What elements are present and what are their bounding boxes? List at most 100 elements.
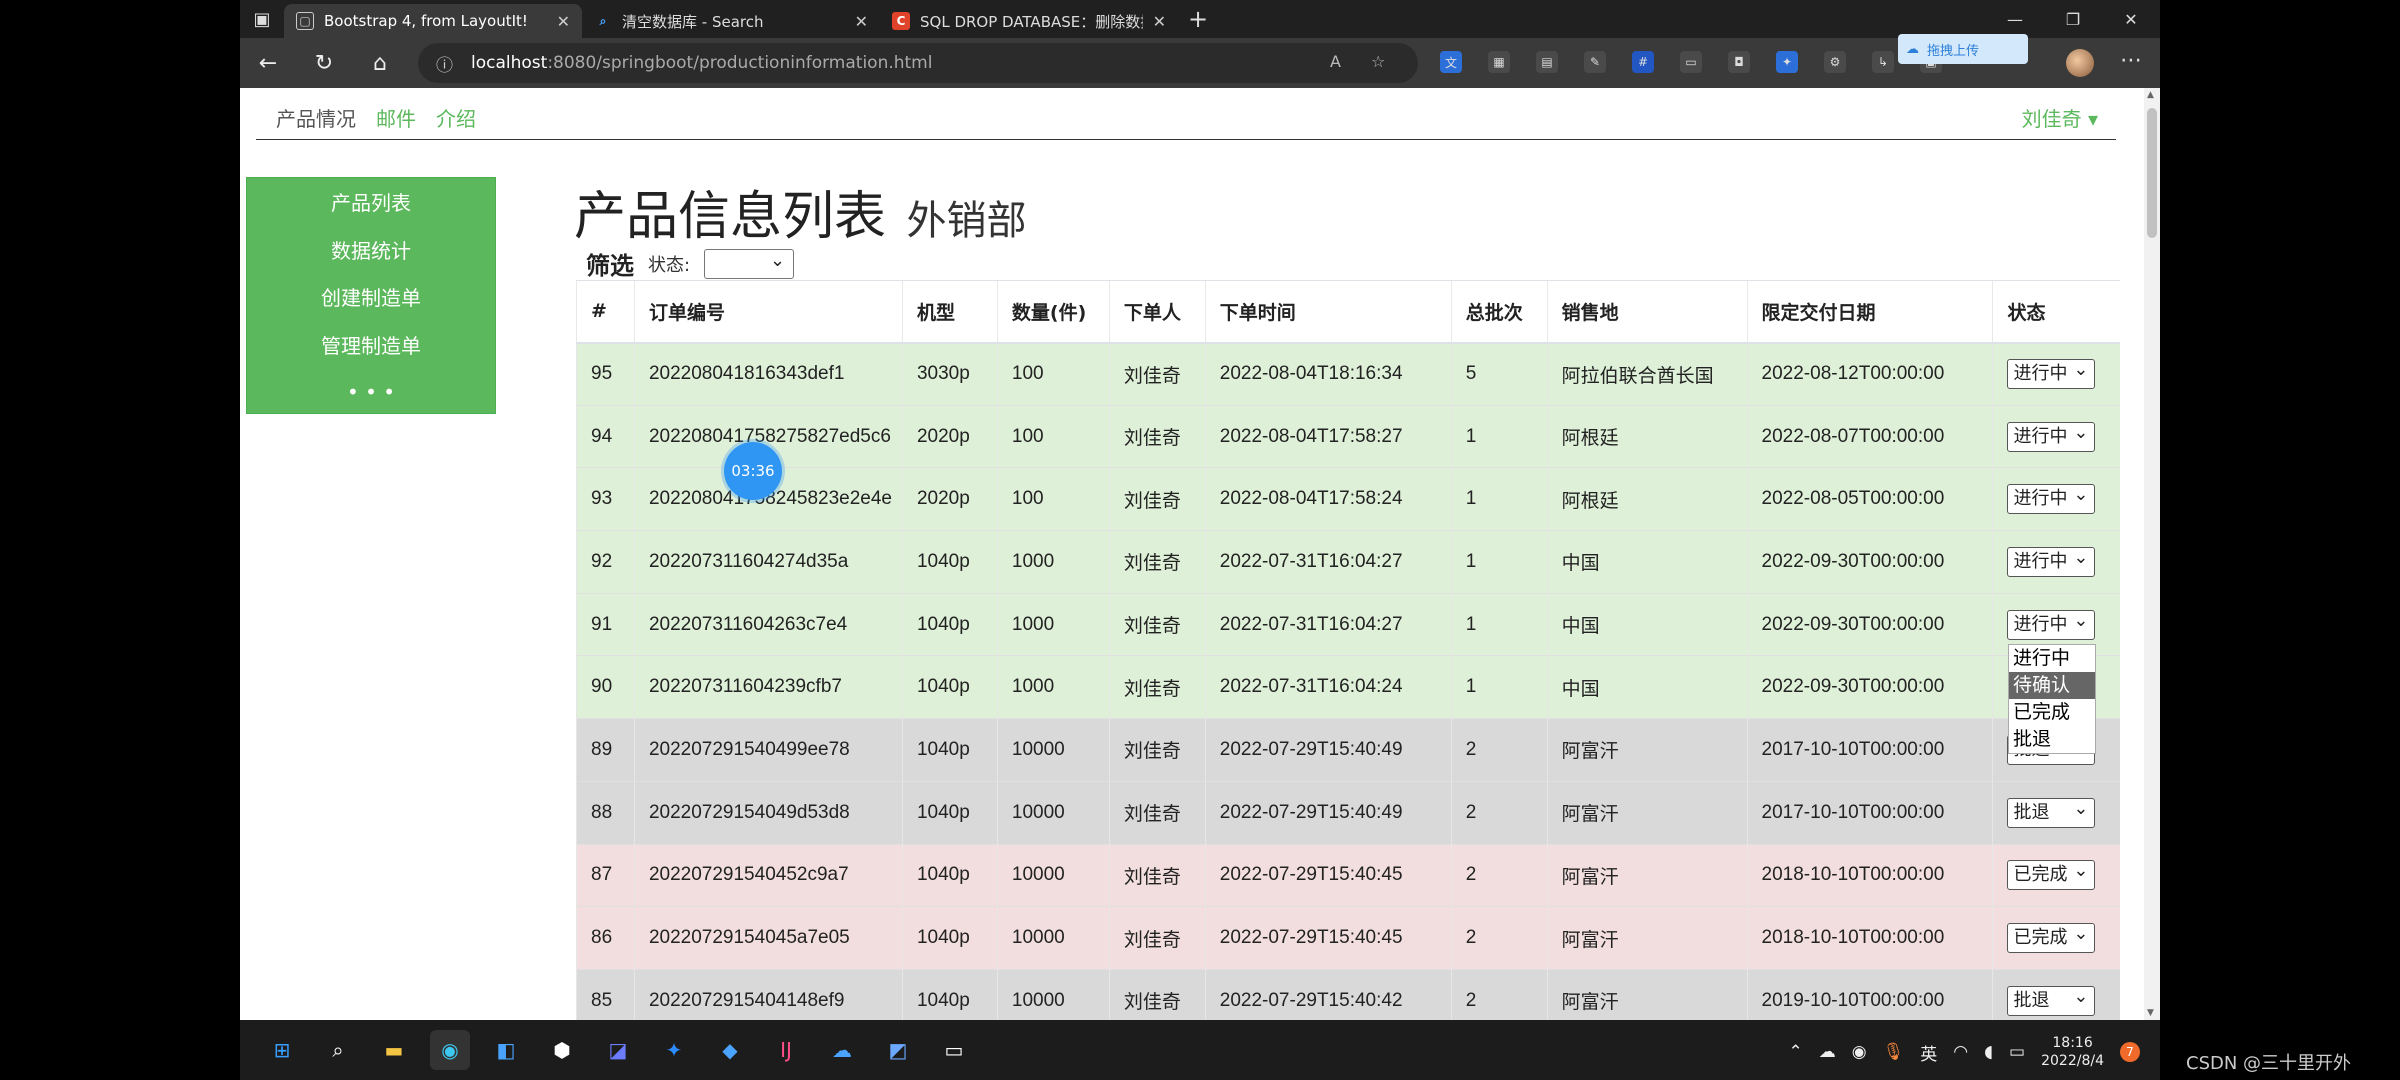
cell-place: 阿富汗 — [1546, 780, 1748, 844]
tab-title: 清空数据库 - Search — [622, 12, 764, 31]
cell-batch: 5 — [1450, 342, 1548, 406]
refresh-icon[interactable]: ↻ — [296, 51, 352, 76]
cell-qty: 1000 — [996, 655, 1110, 719]
battery-icon[interactable]: ▭ — [2009, 1042, 2025, 1062]
scroll-up-icon[interactable]: ▲ — [2147, 90, 2154, 100]
wifi-icon[interactable]: ◠ — [1953, 1042, 1968, 1062]
dropdown-option[interactable]: 批退 — [2009, 726, 2095, 753]
chevron-up-icon[interactable]: ⌃ — [1789, 1042, 1803, 1062]
cell-id: 94 — [576, 404, 635, 468]
nav-link-products[interactable]: 产品情况 — [276, 103, 356, 132]
app-icon[interactable]: ◩ — [878, 1030, 918, 1070]
sidebar-item-more[interactable]: • • • — [247, 368, 495, 416]
page-scrollbar[interactable]: ▲ ▼ — [2144, 88, 2160, 1020]
table-row: 92 202207311604274d35a 1040p 1000 刘佳奇 2022-07… — [576, 530, 2120, 594]
header-col-model: 机型 — [901, 280, 998, 344]
cell-batch: 2 — [1450, 718, 1548, 782]
close-icon[interactable]: ✕ — [557, 12, 570, 31]
minimize-icon[interactable]: — — [1986, 0, 2044, 38]
dropdown-option[interactable]: 已完成 — [2009, 699, 2095, 726]
cell-place: 阿根廷 — [1546, 467, 1748, 531]
sidebar-item-create-order[interactable]: 创建制造单 — [247, 273, 495, 321]
extension-icon[interactable]: ▤ — [1536, 51, 1558, 73]
translate-icon[interactable]: 文 — [1440, 51, 1462, 73]
table-row: 87 202207291540452c9a7 1040p 10000 刘佳奇 2022-0… — [576, 843, 2120, 907]
microphone-icon[interactable]: 🎙 — [1883, 1042, 1905, 1062]
close-icon[interactable]: ✕ — [855, 12, 868, 31]
tab-csdn[interactable]: C SQL DROP DATABASE：删除数据 ✕ — [880, 4, 1178, 38]
restore-icon[interactable]: ❐ — [2044, 0, 2102, 38]
extension-icon[interactable]: ⚙ — [1824, 51, 1846, 73]
baidu-netdisk-icon[interactable]: ☁ — [822, 1030, 862, 1070]
close-window-icon[interactable]: ✕ — [2102, 0, 2160, 38]
read-aloud-icon[interactable]: A — [1330, 52, 1341, 71]
app-icon[interactable]: ◪ — [598, 1030, 638, 1070]
extension-icon[interactable]: ▭ — [1680, 51, 1702, 73]
extension-icon[interactable]: # — [1632, 51, 1654, 73]
status-select[interactable]: 进行中 — [2007, 481, 2096, 515]
table-row: 89 202207291540499ee78 1040p 10000 刘佳奇 2022-0… — [576, 718, 2120, 782]
browser-tab-bar: ▣ ▢ Bootstrap 4, from LayoutIt! ✕ ⌕ 清空数据… — [240, 0, 2160, 38]
table-row: 86 20220729154045a7e05 1040p 10000 刘佳奇 2022-0… — [576, 906, 2120, 970]
search-icon[interactable]: ⌕ — [318, 1030, 358, 1070]
app-icon[interactable]: ✦ — [654, 1030, 694, 1070]
cell-status: 进行中 — [1992, 342, 2120, 406]
extension-icon[interactable]: ✎ — [1584, 51, 1606, 73]
sidebar-item-statistics[interactable]: 数据统计 — [247, 226, 495, 274]
extension-icon[interactable]: ▦ — [1488, 51, 1510, 73]
more-icon[interactable]: ⋯ — [2120, 48, 2142, 73]
status-select[interactable]: 批退 — [2007, 983, 2096, 1016]
sidebar-item-product-list[interactable]: 产品列表 — [247, 178, 495, 226]
home-icon[interactable]: ⌂ — [352, 51, 408, 76]
app-icon[interactable]: ⬢ — [542, 1030, 582, 1070]
cell-order: 20220729154045a7e05 — [633, 906, 903, 970]
scroll-down-icon[interactable]: ▼ — [2147, 1008, 2154, 1018]
volume-icon[interactable]: ◖ — [1984, 1042, 1993, 1062]
status-select[interactable]: 进行中 — [2007, 419, 2096, 452]
app-icon[interactable]: ◆ — [710, 1030, 750, 1070]
terminal-icon[interactable]: ▭ — [934, 1030, 974, 1070]
cloud-icon[interactable]: ☁ — [1819, 1042, 1836, 1062]
profile-avatar[interactable] — [2066, 49, 2094, 77]
status-select[interactable]: 已完成 — [2007, 857, 2096, 891]
user-menu[interactable]: 刘佳奇 ▾ — [2022, 103, 2098, 132]
dropdown-option[interactable]: 进行中 — [2009, 645, 2095, 672]
notification-badge[interactable]: 7 — [2120, 1042, 2140, 1062]
nav-link-intro[interactable]: 介绍 — [436, 103, 476, 132]
upload-widget[interactable]: ☁ 拖拽上传 — [1898, 34, 2028, 64]
tab-actions-icon[interactable]: ▣ — [240, 0, 284, 38]
new-tab-button[interactable]: + — [1178, 0, 1218, 38]
dropdown-option-highlighted[interactable]: 待确认 — [2009, 672, 2095, 699]
extension-icon[interactable]: ◘ — [1728, 51, 1750, 73]
extension-icon[interactable]: ✦ — [1776, 51, 1798, 73]
status-select[interactable]: 进行中 — [2007, 356, 2096, 390]
cell-order: 202207291540499ee78 — [633, 718, 903, 782]
tab-search[interactable]: ⌕ 清空数据库 - Search ✕ — [582, 4, 880, 38]
edge-icon[interactable]: ◉ — [430, 1030, 470, 1070]
address-bar[interactable]: ⓘ localhost :8080/springboot/productioni… — [418, 43, 1418, 83]
status-select[interactable]: 进行中 — [2007, 544, 2096, 577]
sidebar: 产品列表 数据统计 创建制造单 管理制造单 • • • — [246, 177, 496, 414]
cell-time: 2022-07-29T15:40:45 — [1204, 843, 1452, 907]
status-select[interactable]: 进行中 — [2007, 607, 2096, 640]
status-select[interactable]: 已完成 — [2007, 920, 2096, 954]
back-icon[interactable]: ← — [240, 51, 296, 76]
file-explorer-icon[interactable]: ▬ — [374, 1030, 414, 1070]
status-filter-select[interactable] — [704, 248, 795, 279]
recording-timer[interactable]: 03:36 — [724, 442, 782, 500]
clock[interactable]: 18:16 2022/8/4 — [2041, 1034, 2104, 1070]
status-select[interactable]: 批退 — [2007, 795, 2096, 828]
filter-bar: 筛选 状态: — [586, 246, 795, 281]
scrollbar-thumb[interactable] — [2147, 108, 2157, 238]
store-icon[interactable]: ◧ — [486, 1030, 526, 1070]
sidebar-item-manage-order[interactable]: 管理制造单 — [247, 321, 495, 369]
extension-icon[interactable]: ↳ — [1872, 51, 1894, 73]
close-icon[interactable]: ✕ — [1153, 12, 1166, 31]
intellij-icon[interactable]: IJ — [766, 1030, 806, 1070]
ime-indicator[interactable]: 英 — [1920, 1040, 1937, 1065]
windows-start-icon[interactable]: ⊞ — [262, 1030, 302, 1070]
nav-link-mail[interactable]: 邮件 — [376, 103, 416, 132]
tab-bootstrap[interactable]: ▢ Bootstrap 4, from LayoutIt! ✕ — [284, 4, 582, 38]
app-tray-icon[interactable]: ◉ — [1852, 1042, 1867, 1062]
favorite-icon[interactable]: ☆ — [1371, 52, 1385, 71]
